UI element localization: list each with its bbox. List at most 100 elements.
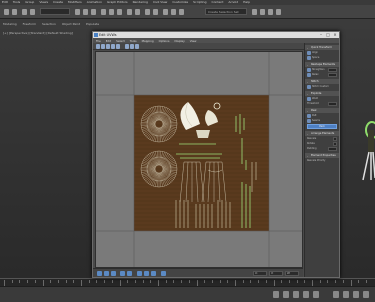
orbit-icon[interactable]: [353, 291, 359, 298]
freeform-icon[interactable]: [111, 44, 115, 49]
rollout-title: Explode: [311, 92, 322, 95]
selection-filter-dropdown[interactable]: [40, 8, 70, 15]
uv-menu-item[interactable]: Edit: [106, 39, 111, 43]
material-editor-icon[interactable]: [252, 9, 257, 15]
scale-uv-icon[interactable]: [106, 44, 110, 49]
element-select-icon[interactable]: [161, 271, 166, 276]
layer-icon[interactable]: [163, 9, 168, 15]
uv-menu-item[interactable]: View: [190, 39, 197, 43]
spinner-field[interactable]: [328, 67, 337, 72]
prev-frame-icon[interactable]: [283, 291, 289, 298]
pelt-icon[interactable]: [307, 113, 311, 118]
link-icon[interactable]: [22, 9, 27, 15]
checkbox[interactable]: [333, 141, 337, 146]
align-icon[interactable]: [307, 50, 311, 55]
scene-object[interactable]: [359, 118, 375, 184]
rollout-row[interactable]: Padding: [305, 146, 339, 151]
uv-menu-item[interactable]: Options: [159, 39, 170, 43]
angle-snap-icon[interactable]: [135, 9, 140, 15]
show-map-icon[interactable]: [125, 44, 129, 49]
end-frame-icon[interactable]: [313, 291, 319, 298]
relax-icon[interactable]: [307, 72, 311, 77]
zoom-icon[interactable]: [333, 291, 339, 298]
u-coordinate-field[interactable]: U:: [253, 271, 267, 276]
selection-set-field[interactable]: Create Selection Set: [205, 8, 247, 15]
rotate-icon[interactable]: [109, 9, 114, 15]
seams-icon[interactable]: [307, 118, 311, 123]
schematic-icon[interactable]: [179, 9, 184, 15]
unlink-icon[interactable]: [30, 9, 35, 15]
snap-icon[interactable]: [127, 9, 132, 15]
spinner-field[interactable]: [328, 146, 337, 151]
pack-button[interactable]: Pack: [307, 124, 337, 129]
uv-menu-item[interactable]: Mapping: [142, 39, 154, 43]
play-icon[interactable]: [293, 291, 299, 298]
ring-select-icon[interactable]: [144, 271, 149, 276]
face-mode-icon[interactable]: [111, 271, 116, 276]
scale-icon[interactable]: [117, 9, 122, 15]
select-icon[interactable]: [75, 9, 80, 15]
uv-menu-item[interactable]: Select: [116, 39, 125, 43]
move-icon[interactable]: [101, 9, 106, 15]
rotate-uv-icon[interactable]: [101, 44, 105, 49]
mirror-icon[interactable]: [145, 9, 150, 15]
viewport-label[interactable]: [+] [Perspective] [Standard] [Default Sh…: [3, 31, 73, 35]
ribbon-tab[interactable]: Selection: [42, 22, 56, 26]
vertex-mode-icon[interactable]: [97, 271, 102, 276]
rollout-row[interactable]: Threshold: [305, 101, 339, 106]
w-coordinate-field[interactable]: W:: [285, 271, 299, 276]
spinner-field[interactable]: [328, 72, 337, 77]
close-icon[interactable]: ×: [333, 33, 337, 37]
next-frame-icon[interactable]: [303, 291, 309, 298]
key-mode-icon[interactable]: [273, 291, 279, 298]
timeline-tick: [281, 280, 283, 283]
rollout-row[interactable]: Relax: [305, 72, 339, 77]
redo-icon[interactable]: [12, 9, 17, 15]
mirror-uv-icon[interactable]: [116, 44, 120, 49]
curve-editor-icon[interactable]: [171, 9, 176, 15]
minimize-icon[interactable]: –: [319, 33, 323, 37]
loop-select-icon[interactable]: [137, 271, 142, 276]
grow-selection-icon[interactable]: [120, 271, 125, 276]
undo-icon[interactable]: [4, 9, 9, 15]
maximize-icon[interactable]: □: [326, 33, 330, 37]
paint-select-icon[interactable]: [151, 271, 156, 276]
uv-canvas[interactable]: [95, 51, 303, 268]
uv-menu-item[interactable]: Display: [174, 39, 184, 43]
maximize-viewport-icon[interactable]: [363, 291, 369, 298]
rollout-row[interactable]: Space: [305, 55, 339, 60]
ribbon-tab[interactable]: Freeform: [23, 22, 36, 26]
uv-menu-item[interactable]: File: [96, 39, 101, 43]
space-icon[interactable]: [307, 55, 311, 60]
rollout-row[interactable]: Stitch Custom: [305, 84, 339, 89]
weld-icon[interactable]: [307, 96, 311, 101]
shrink-selection-icon[interactable]: [127, 271, 132, 276]
v-coordinate-field[interactable]: V:: [269, 271, 283, 276]
checkbox[interactable]: [333, 136, 337, 141]
straighten-icon[interactable]: [307, 67, 311, 72]
ribbon-tab[interactable]: Modeling: [3, 22, 17, 26]
spinner-field[interactable]: [328, 101, 337, 106]
render-frame-icon[interactable]: [268, 9, 273, 15]
rollout-row-label: Straighten: [312, 68, 325, 71]
uv-dropdown-icon[interactable]: [130, 44, 134, 49]
select-by-name-icon[interactable]: [83, 9, 88, 15]
rollout-row[interactable]: Rescale Priority: [305, 158, 339, 163]
move-uv-icon[interactable]: [96, 44, 100, 49]
time-slider[interactable]: [0, 278, 375, 286]
timeline-tick: [227, 280, 229, 283]
pan-icon[interactable]: [343, 291, 349, 298]
rollout-row[interactable]: Seams: [305, 118, 339, 123]
render-icon[interactable]: [276, 9, 281, 15]
main-toolbar: Create Selection Set: [0, 5, 375, 19]
align-icon[interactable]: [153, 9, 158, 15]
timeline-tick: [304, 280, 306, 283]
rect-select-icon[interactable]: [91, 9, 96, 15]
edge-mode-icon[interactable]: [104, 271, 109, 276]
ribbon-tab[interactable]: Populate: [86, 22, 99, 26]
checker-icon[interactable]: [135, 44, 139, 49]
ribbon-tab[interactable]: Object Paint: [62, 22, 80, 26]
stitch-icon[interactable]: [307, 84, 311, 89]
uv-menu-item[interactable]: Tools: [130, 39, 137, 43]
render-setup-icon[interactable]: [260, 9, 265, 15]
